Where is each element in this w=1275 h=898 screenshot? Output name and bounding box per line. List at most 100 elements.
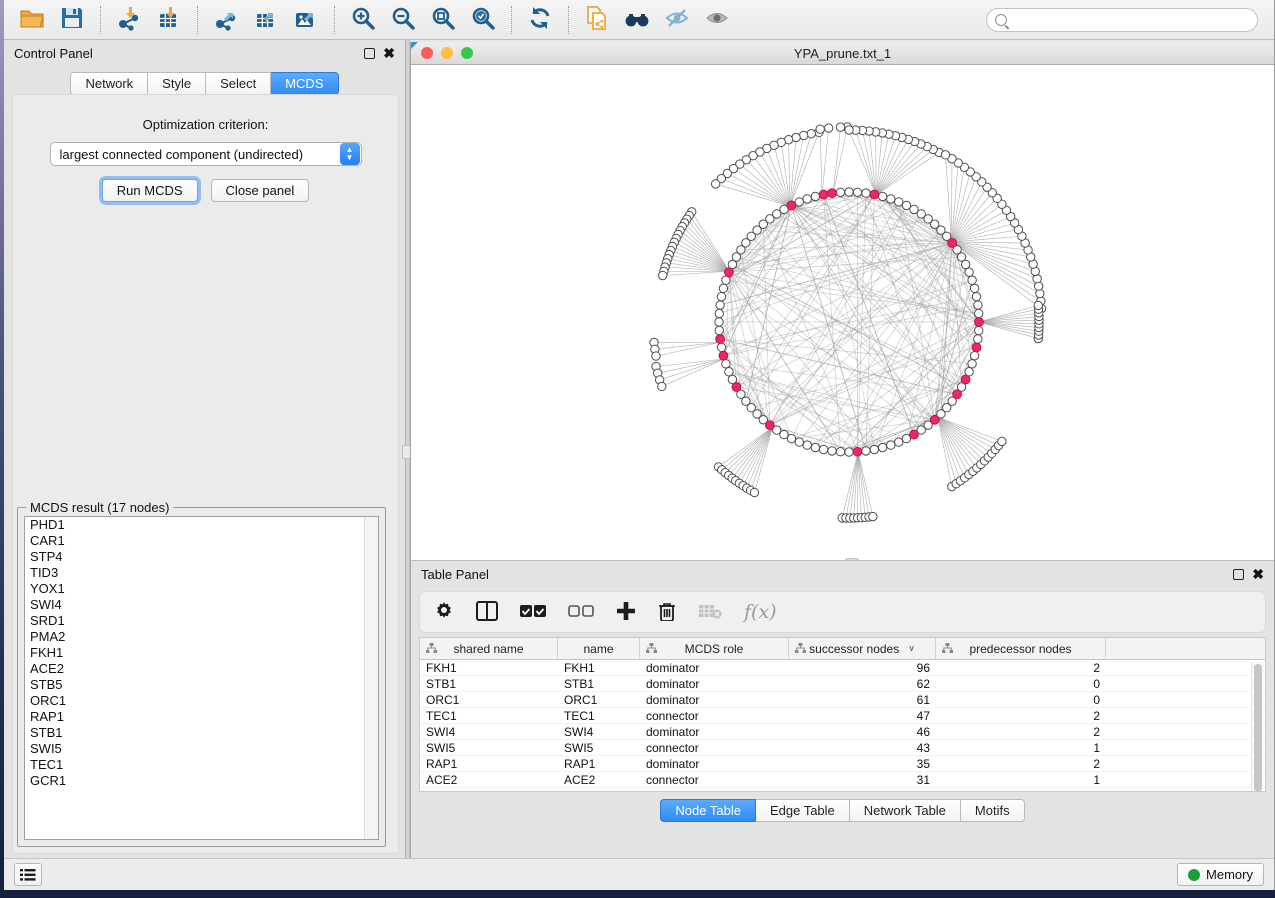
eye-slash-button[interactable] <box>657 3 697 37</box>
mcds-result-list[interactable]: PHD1CAR1STP4TID3YOX1SWI4SRD1PMA2FKH1ACE2… <box>24 516 379 840</box>
gear-button[interactable] <box>434 601 454 624</box>
mcds-result-item[interactable]: SRD1 <box>25 613 378 629</box>
table-row[interactable]: YOX1YOX1connector291 <box>420 788 1265 792</box>
mcds-result-item[interactable]: PMA2 <box>25 629 378 645</box>
mcds-result-item[interactable]: FKH1 <box>25 645 378 661</box>
column-header-shared-name[interactable]: shared name <box>420 638 558 659</box>
optimization-criterion-select[interactable]: largest connected component (undirected)… <box>50 142 362 166</box>
table-row[interactable]: ACE2ACE2connector311 <box>420 772 1265 788</box>
zoom-selected-button[interactable] <box>463 3 503 37</box>
column-header-predecessor-nodes[interactable]: predecessor nodes <box>936 638 1106 659</box>
delete-table-button <box>698 603 722 622</box>
zoom-out-icon <box>390 5 416 34</box>
export-image-button[interactable] <box>286 3 326 37</box>
table-cell: 43 <box>789 741 936 755</box>
table-row[interactable]: SWI4SWI4dominator462 <box>420 724 1265 740</box>
export-table-button[interactable] <box>246 3 286 37</box>
mcds-result-item[interactable]: CAR1 <box>25 533 378 549</box>
maximize-window-icon[interactable] <box>461 47 473 59</box>
table-row[interactable]: SWI5SWI5connector431 <box>420 740 1265 756</box>
import-network-button[interactable] <box>109 3 149 37</box>
mcds-result-item[interactable]: ORC1 <box>25 693 378 709</box>
tab-node-table[interactable]: Node Table <box>660 799 756 822</box>
table-row[interactable]: STB1STB1dominator620 <box>420 676 1265 692</box>
float-table-panel-icon[interactable] <box>1233 569 1244 580</box>
import-table-button[interactable] <box>149 3 189 37</box>
binoculars-button[interactable] <box>617 3 657 37</box>
copy-network-button[interactable] <box>577 3 617 37</box>
table-row[interactable]: TEC1TEC1connector472 <box>420 708 1265 724</box>
tab-edge-table[interactable]: Edge Table <box>756 799 850 822</box>
memory-label: Memory <box>1206 867 1253 882</box>
save-button[interactable] <box>52 3 92 37</box>
close-window-icon[interactable] <box>421 47 433 59</box>
mcds-result-item[interactable]: TEC1 <box>25 757 378 773</box>
trash-icon <box>658 601 676 624</box>
task-history-button[interactable] <box>14 863 42 886</box>
table-cell: dominator <box>640 661 789 675</box>
plus-button[interactable] <box>616 601 636 624</box>
tab-select[interactable]: Select <box>206 72 271 95</box>
mcds-result-item[interactable]: GCR1 <box>25 773 378 789</box>
open-folder-icon <box>19 5 45 34</box>
close-table-panel-icon[interactable]: ✖ <box>1252 569 1264 580</box>
mcds-result-item[interactable]: SWI5 <box>25 741 378 757</box>
memory-button[interactable]: Memory <box>1177 863 1264 886</box>
eye-button[interactable] <box>697 3 737 37</box>
mcds-list-scrollbar[interactable] <box>364 517 378 839</box>
column-header-successor-nodes[interactable]: successor nodes∨ <box>789 638 936 659</box>
tab-mcds[interactable]: MCDS <box>271 72 338 95</box>
table-cell: dominator <box>640 725 789 739</box>
zoom-fit-button[interactable] <box>423 3 463 37</box>
zoom-out-button[interactable] <box>383 3 423 37</box>
mcds-result-item[interactable]: STB5 <box>25 677 378 693</box>
tab-motifs[interactable]: Motifs <box>961 799 1025 822</box>
control-panel-tabs: Network Style Select MCDS <box>70 72 338 95</box>
run-mcds-button[interactable]: Run MCDS <box>102 179 198 202</box>
table-cell: 47 <box>789 709 936 723</box>
column-header-name[interactable]: name <box>558 638 640 659</box>
trash-button[interactable] <box>658 601 676 624</box>
tab-network[interactable]: Network <box>70 72 148 95</box>
minimize-window-icon[interactable] <box>441 47 453 59</box>
table-scrollbar[interactable] <box>1251 662 1264 790</box>
zoom-in-icon <box>350 5 376 34</box>
deselect-all-icon <box>568 604 594 621</box>
mcds-result-item[interactable]: PHD1 <box>25 517 378 533</box>
select-all-button[interactable] <box>520 604 546 621</box>
mcds-result-item[interactable]: YOX1 <box>25 581 378 597</box>
column-label: successor nodes <box>809 642 899 656</box>
close-panel-button[interactable]: Close panel <box>211 179 310 202</box>
table-cell: SWI5 <box>558 741 640 755</box>
mcds-result-item[interactable]: TID3 <box>25 565 378 581</box>
table-row[interactable]: RAP1RAP1dominator352 <box>420 756 1265 772</box>
copy-network-icon <box>584 5 610 34</box>
export-network-button[interactable] <box>206 3 246 37</box>
mcds-result-item[interactable]: STP4 <box>25 549 378 565</box>
deselect-all-button[interactable] <box>568 604 594 621</box>
table-scrollbar-thumb[interactable] <box>1254 664 1262 792</box>
network-canvas[interactable] <box>411 65 1274 560</box>
search-input[interactable] <box>1012 13 1257 27</box>
columns-button[interactable] <box>476 601 498 624</box>
table-cell: 1 <box>936 741 1106 755</box>
mcds-result-item[interactable]: STB1 <box>25 725 378 741</box>
column-header-MCDS-role[interactable]: MCDS role <box>640 638 789 659</box>
refresh-button[interactable] <box>520 3 560 37</box>
table-cell: YOX1 <box>420 789 558 793</box>
table-row[interactable]: ORC1ORC1dominator610 <box>420 692 1265 708</box>
table-cell: 62 <box>789 677 936 691</box>
tab-style[interactable]: Style <box>148 72 206 95</box>
float-panel-icon[interactable] <box>364 48 375 59</box>
search-field[interactable] <box>986 8 1258 32</box>
tab-network-table[interactable]: Network Table <box>850 799 961 822</box>
close-panel-icon[interactable]: ✖ <box>383 48 395 59</box>
table-row[interactable]: FKH1FKH1dominator962 <box>420 660 1265 676</box>
zoom-in-button[interactable] <box>343 3 383 37</box>
mcds-result-item[interactable]: SWI4 <box>25 597 378 613</box>
network-window-titlebar[interactable]: YPA_prune.txt_1 <box>411 42 1274 65</box>
mcds-result-item[interactable]: RAP1 <box>25 709 378 725</box>
open-folder-button[interactable] <box>12 3 52 37</box>
mcds-result-item[interactable]: ACE2 <box>25 661 378 677</box>
function-builder-label: f(x) <box>744 601 777 623</box>
